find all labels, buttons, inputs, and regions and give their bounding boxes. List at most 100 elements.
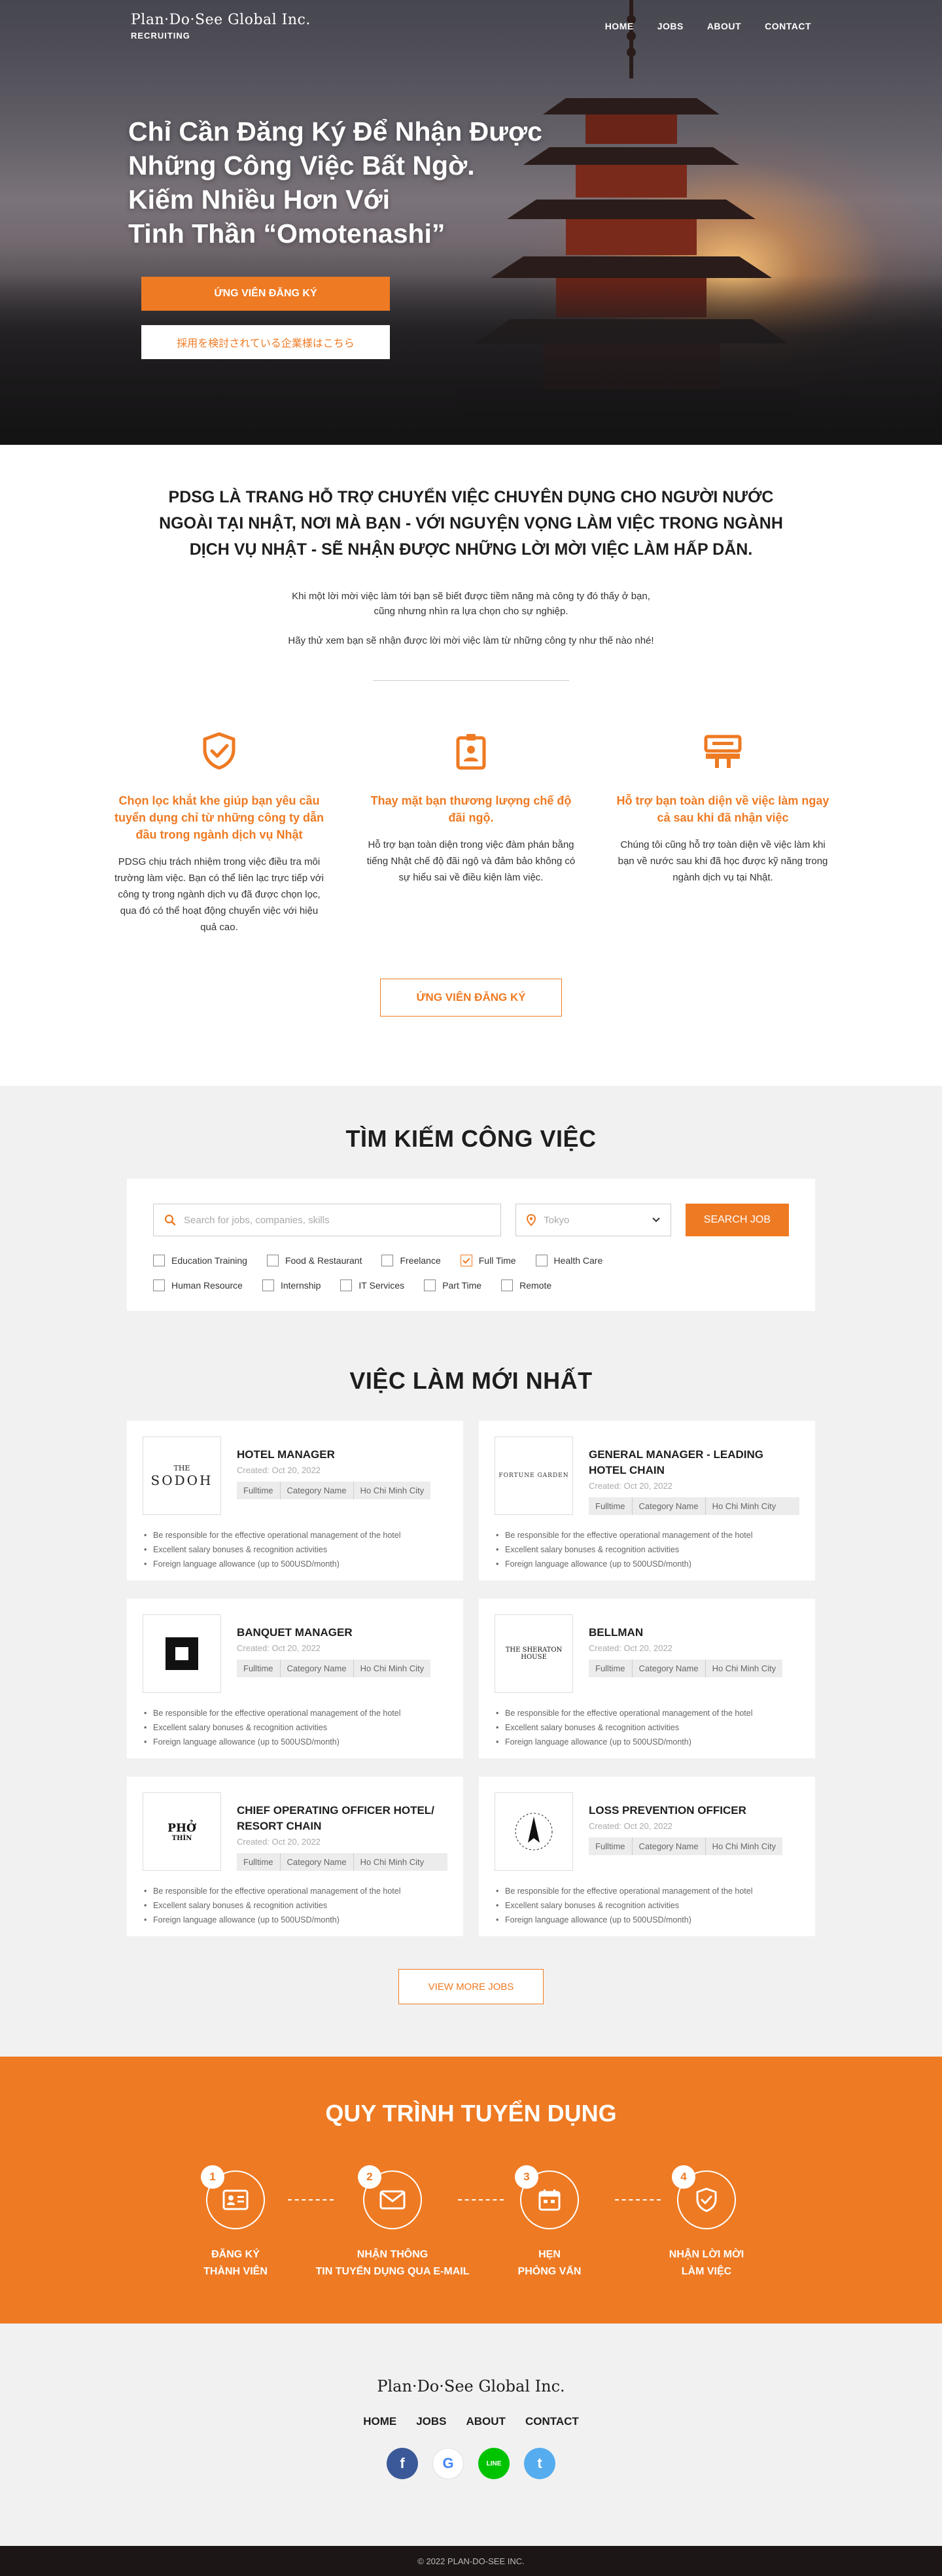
- nav-link-contact[interactable]: CONTACT: [765, 21, 811, 31]
- job-bullet: Be responsible for the effective operati…: [495, 1528, 799, 1542]
- job-card[interactable]: THE SHERATON HOUSE BELLMAN Created: Oct …: [479, 1599, 815, 1758]
- checkbox[interactable]: [501, 1279, 514, 1291]
- job-card[interactable]: BANQUET MANAGER Created: Oct 20, 2022 Fu…: [127, 1599, 463, 1758]
- job-card-top: FORTUNE GARDEN GENERAL MANAGER - LEADING…: [495, 1436, 799, 1515]
- checkbox[interactable]: [153, 1255, 165, 1266]
- logo-text: THE SHERATON HOUSE: [505, 1646, 563, 1661]
- employer-inquiry-button[interactable]: 採用を検討されている企業様はこちら: [141, 325, 390, 359]
- checkbox[interactable]: [266, 1255, 279, 1266]
- job-tag: Fulltime: [589, 1837, 633, 1855]
- job-title[interactable]: GENERAL MANAGER - LEADING HOTEL CHAIN: [589, 1447, 799, 1478]
- filter-part-time[interactable]: Part Time: [424, 1279, 481, 1291]
- intro-heading: PDSG LÀ TRANG HỖ TRỢ CHUYỂN VIỆC CHUYÊN …: [159, 488, 783, 559]
- google-icon[interactable]: G: [432, 2448, 464, 2479]
- job-bullet: Excellent salary bonuses & recognition a…: [495, 1542, 799, 1557]
- job-bullets: Be responsible for the effective operati…: [143, 1706, 447, 1749]
- job-card[interactable]: LOSS PREVENTION OFFICER Created: Oct 20,…: [479, 1777, 815, 1936]
- feature-description: Chúng tôi cũng hỗ trợ toàn diện về việc …: [618, 839, 828, 883]
- step-label-line: LÀM VIỆC: [681, 2266, 732, 2277]
- apply-button[interactable]: ỨNG VIÊN ĐĂNG KÝ: [380, 979, 562, 1017]
- nav-link-home[interactable]: HOME: [605, 21, 634, 31]
- brand-logo[interactable]: Plan·Do·See Global Inc. RECRUITING: [131, 12, 311, 41]
- search-title: TÌM KIẾM CÔNG VIỆC: [345, 1125, 597, 1152]
- job-title[interactable]: HOTEL MANAGER: [237, 1447, 430, 1463]
- checkbox[interactable]: [262, 1279, 274, 1291]
- filter-full-time[interactable]: Full Time: [460, 1255, 516, 1266]
- footer-link-about[interactable]: ABOUT: [466, 2415, 506, 2428]
- checkbox[interactable]: [340, 1279, 353, 1291]
- filter-human-resource[interactable]: Human Resource: [153, 1279, 243, 1291]
- footer-link-jobs[interactable]: JOBS: [416, 2415, 446, 2428]
- filter-it-services[interactable]: IT Services: [340, 1279, 404, 1291]
- sodoh-logo: THE SODOH: [143, 1436, 221, 1515]
- job-title[interactable]: BELLMAN: [589, 1625, 782, 1641]
- jobs-grid: THE SODOH HOTEL MANAGER Created: Oct 20,…: [127, 1421, 815, 1936]
- logo-text: THÌN: [171, 1834, 192, 1842]
- job-tag: Ho Chi Minh City: [712, 1841, 776, 1851]
- filter-health-care[interactable]: Health Care: [535, 1255, 602, 1266]
- location-select[interactable]: Tokyo: [515, 1204, 671, 1236]
- copyright-text: © 2022 PLAN-DO-SEE INC.: [417, 2556, 525, 2566]
- job-bullet: Be responsible for the effective operati…: [495, 1884, 799, 1898]
- nav-link-about[interactable]: ABOUT: [707, 21, 741, 31]
- checkbox[interactable]: [153, 1279, 165, 1291]
- job-tag: Category Name: [633, 1497, 706, 1515]
- search-job-button[interactable]: SEARCH JOB: [685, 1204, 789, 1236]
- job-tag: Category Name: [633, 1837, 706, 1855]
- job-title[interactable]: BANQUET MANAGER: [237, 1625, 430, 1641]
- twitter-icon[interactable]: t: [524, 2448, 555, 2479]
- arrow-logo-mark: [515, 1813, 553, 1851]
- checkbox[interactable]: [424, 1279, 436, 1291]
- filter-label: Education Training: [171, 1255, 247, 1266]
- mail-icon: [379, 2190, 406, 2210]
- step-label: NHẬN LỜI MỜI LÀM VIỆC: [628, 2246, 785, 2280]
- job-title[interactable]: LOSS PREVENTION OFFICER: [589, 1803, 782, 1819]
- footer-link-contact[interactable]: CONTACT: [525, 2415, 579, 2428]
- process-step: 2 NHẬN THÔNG TIN TUYỂN DỤNG QUA E-MAIL: [314, 2165, 471, 2280]
- job-title[interactable]: CHIEF OPERATING OFFICER HOTEL/ RESORT CH…: [237, 1803, 447, 1834]
- step-label: NHẬN THÔNG TIN TUYỂN DỤNG QUA E-MAIL: [314, 2246, 471, 2280]
- search-input[interactable]: [184, 1214, 501, 1226]
- filter-internship[interactable]: Internship: [262, 1279, 321, 1291]
- step-circle: 1: [201, 2165, 265, 2229]
- checkbox-checked[interactable]: [460, 1255, 472, 1266]
- filter-freelance[interactable]: Freelance: [381, 1255, 441, 1266]
- step-circle: 3: [515, 2165, 579, 2229]
- job-date: Created: Oct 20, 2022: [237, 1643, 321, 1653]
- job-card[interactable]: FORTUNE GARDEN GENERAL MANAGER - LEADING…: [479, 1421, 815, 1580]
- divider: [373, 680, 569, 681]
- job-tag: Fulltime: [237, 1482, 281, 1499]
- job-tags: Fulltime Category Name Ho Chi Minh City: [589, 1837, 783, 1855]
- job-tags: Fulltime Category Name Ho Chi Minh City: [237, 1482, 431, 1499]
- facebook-icon[interactable]: f: [387, 2448, 418, 2479]
- job-card[interactable]: PHỞ THÌN CHIEF OPERATING OFFICER HOTEL/ …: [127, 1777, 463, 1936]
- job-tag: Category Name: [281, 1660, 354, 1677]
- check-icon: [462, 1257, 470, 1264]
- checkbox[interactable]: [381, 1255, 394, 1266]
- filter-education-training[interactable]: Education Training: [153, 1255, 247, 1266]
- job-card[interactable]: THE SODOH HOTEL MANAGER Created: Oct 20,…: [127, 1421, 463, 1580]
- sheraton-house-logo: THE SHERATON HOUSE: [495, 1614, 573, 1693]
- job-bullets: Be responsible for the effective operati…: [495, 1884, 799, 1927]
- footer-link-home[interactable]: HOME: [363, 2415, 396, 2428]
- nav-link-jobs[interactable]: JOBS: [657, 21, 684, 31]
- view-more-jobs-button[interactable]: VIEW MORE JOBS: [398, 1969, 544, 2004]
- intro-paragraph: Khi một lời mời việc làm tới bạn sẽ biết…: [0, 589, 942, 619]
- process-step: 3 HẸN PHỎNG VẤN: [471, 2165, 628, 2280]
- job-date: Created: Oct 20, 2022: [237, 1465, 321, 1475]
- job-bullet: Excellent salary bonuses & recognition a…: [495, 1720, 799, 1735]
- filter-remote[interactable]: Remote: [501, 1279, 551, 1291]
- checkbox[interactable]: [535, 1255, 548, 1266]
- hero-title-line: Những Công Việc Bất Ngờ.: [128, 150, 475, 181]
- search-field[interactable]: [153, 1204, 502, 1236]
- id-badge-icon: [456, 734, 486, 770]
- footer-brand[interactable]: Plan·Do·See Global Inc.: [0, 2377, 942, 2395]
- line-icon[interactable]: LINE: [478, 2448, 510, 2479]
- job-card-top: THE SODOH HOTEL MANAGER Created: Oct 20,…: [143, 1436, 447, 1515]
- job-info: CHIEF OPERATING OFFICER HOTEL/ RESORT CH…: [237, 1792, 447, 1871]
- filter-food-restaurant[interactable]: Food & Restaurant: [266, 1255, 362, 1266]
- filter-label: Part Time: [442, 1280, 482, 1291]
- intro-section: PDSG LÀ TRANG HỖ TRỢ CHUYỂN VIỆC CHUYÊN …: [0, 445, 942, 1043]
- candidate-register-button[interactable]: ỨNG VIÊN ĐĂNG KÝ: [141, 277, 390, 311]
- step-label-line: HẸN: [538, 2249, 561, 2260]
